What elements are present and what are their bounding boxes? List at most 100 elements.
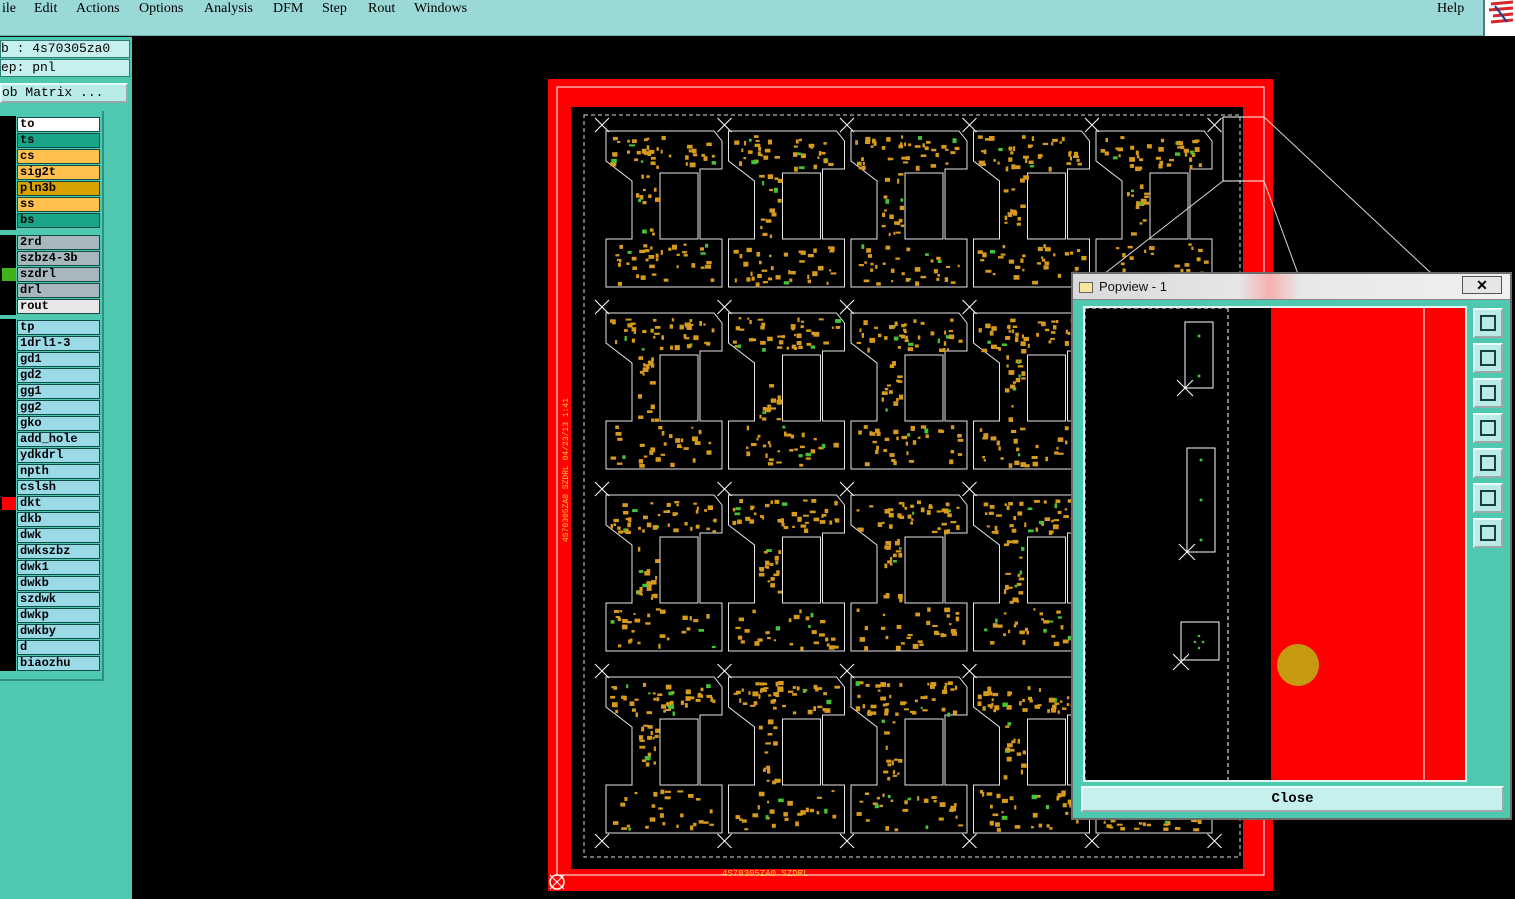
zoom-window-button[interactable]: [1473, 308, 1503, 338]
layer-affected-marker[interactable]: [2, 481, 16, 494]
layer-name[interactable]: npth: [17, 464, 100, 479]
layer-name[interactable]: bs: [17, 213, 100, 228]
layer-affected-marker[interactable]: [2, 118, 16, 131]
layer-row[interactable]: dwk: [0, 528, 104, 543]
layer-affected-marker[interactable]: [2, 593, 16, 606]
menu-rout[interactable]: Rout: [368, 0, 395, 18]
layer-row[interactable]: sig2t: [0, 165, 104, 180]
layer-row[interactable]: dwkby: [0, 624, 104, 639]
menu-dfm[interactable]: DFM: [273, 0, 303, 18]
layer-row[interactable]: dwkp: [0, 608, 104, 623]
layer-row[interactable]: gd1: [0, 352, 104, 367]
layer-row[interactable]: npth: [0, 464, 104, 479]
layer-affected-marker[interactable]: [2, 465, 16, 478]
layer-name[interactable]: cs: [17, 149, 100, 164]
layer-affected-marker[interactable]: [2, 513, 16, 526]
menu-step[interactable]: Step: [322, 0, 347, 18]
layer-name[interactable]: pln3b: [17, 181, 100, 196]
layer-affected-marker[interactable]: [2, 545, 16, 558]
layer-affected-marker[interactable]: [2, 182, 16, 195]
layer-row[interactable]: dwkb: [0, 576, 104, 591]
pan-down-button[interactable]: [1473, 378, 1503, 408]
layer-affected-marker[interactable]: [2, 497, 16, 510]
close-icon[interactable]: ✕: [1462, 276, 1502, 294]
layer-row[interactable]: szbz4-3b: [0, 251, 104, 266]
layer-affected-marker[interactable]: [2, 433, 16, 446]
layer-affected-marker[interactable]: [2, 337, 16, 350]
layer-affected-marker[interactable]: [2, 449, 16, 462]
layer-affected-marker[interactable]: [2, 401, 16, 414]
menu-help[interactable]: Help: [1437, 0, 1464, 18]
layer-row[interactable]: bs: [0, 213, 104, 228]
layer-row[interactable]: d: [0, 640, 104, 655]
layer-name[interactable]: dkb: [17, 512, 100, 527]
zoom-home-button[interactable]: [1473, 518, 1503, 548]
layer-name[interactable]: szbz4-3b: [17, 251, 100, 266]
layer-affected-marker[interactable]: [2, 198, 16, 211]
layer-row[interactable]: dwkszbz: [0, 544, 104, 559]
layer-name[interactable]: tp: [17, 320, 100, 335]
menu-windows[interactable]: Windows: [414, 0, 467, 18]
layer-row[interactable]: szdrl: [0, 267, 104, 282]
layer-row[interactable]: gd2: [0, 368, 104, 383]
layer-name[interactable]: gg2: [17, 400, 100, 415]
menu-edit[interactable]: Edit: [34, 0, 57, 18]
layer-row[interactable]: to: [0, 117, 104, 132]
menu-analysis[interactable]: Analysis: [204, 0, 253, 18]
layer-name[interactable]: dwk1: [17, 560, 100, 575]
layer-affected-marker[interactable]: [2, 561, 16, 574]
layer-name[interactable]: dwk: [17, 528, 100, 543]
layer-name[interactable]: dwkby: [17, 624, 100, 639]
layer-name[interactable]: to: [17, 117, 100, 132]
layer-affected-marker[interactable]: [2, 529, 16, 542]
layer-affected-marker[interactable]: [2, 369, 16, 382]
layer-name[interactable]: 2rd: [17, 235, 100, 250]
layer-name[interactable]: dkt: [17, 496, 100, 511]
layer-affected-marker[interactable]: [2, 641, 16, 654]
layer-name[interactable]: szdrl: [17, 267, 100, 282]
layer-affected-marker[interactable]: [2, 609, 16, 622]
layer-row[interactable]: cs: [0, 149, 104, 164]
layer-row[interactable]: biaozhu: [0, 656, 104, 671]
layer-row[interactable]: pln3b: [0, 181, 104, 196]
layer-affected-marker[interactable]: [2, 134, 16, 147]
layer-affected-marker[interactable]: [2, 300, 16, 313]
layer-row[interactable]: 1drl1-3: [0, 336, 104, 351]
layer-name[interactable]: biaozhu: [17, 656, 100, 671]
layer-name[interactable]: cslsh: [17, 480, 100, 495]
layer-name[interactable]: rout: [17, 299, 100, 314]
layer-name[interactable]: szdwk: [17, 592, 100, 607]
layer-affected-marker[interactable]: [2, 385, 16, 398]
popview-canvas[interactable]: [1083, 306, 1467, 782]
layer-row[interactable]: dkb: [0, 512, 104, 527]
layer-name[interactable]: ydkdrl: [17, 448, 100, 463]
close-button[interactable]: Close: [1081, 786, 1504, 812]
layer-name[interactable]: gko: [17, 416, 100, 431]
layer-row[interactable]: ss: [0, 197, 104, 212]
layer-name[interactable]: gd2: [17, 368, 100, 383]
layer-row[interactable]: drl: [0, 283, 104, 298]
layer-affected-marker[interactable]: [2, 236, 16, 249]
menu-actions[interactable]: Actions: [76, 0, 120, 18]
menu-file[interactable]: ile: [2, 0, 16, 18]
layer-affected-marker[interactable]: [2, 252, 16, 265]
layer-row[interactable]: tp: [0, 320, 104, 335]
layer-name[interactable]: ss: [17, 197, 100, 212]
layer-affected-marker[interactable]: [2, 284, 16, 297]
layer-affected-marker[interactable]: [2, 625, 16, 638]
layer-name[interactable]: dwkb: [17, 576, 100, 591]
layer-name[interactable]: dwkp: [17, 608, 100, 623]
layer-row[interactable]: gg1: [0, 384, 104, 399]
layer-affected-marker[interactable]: [2, 268, 16, 281]
layer-affected-marker[interactable]: [2, 353, 16, 366]
layer-name[interactable]: 1drl1-3: [17, 336, 100, 351]
menu-options[interactable]: Options: [139, 0, 183, 18]
layer-row[interactable]: add_hole: [0, 432, 104, 447]
layer-name[interactable]: gg1: [17, 384, 100, 399]
layer-affected-marker[interactable]: [2, 577, 16, 590]
pan-up-button[interactable]: [1473, 343, 1503, 373]
layer-affected-marker[interactable]: [2, 417, 16, 430]
layer-row[interactable]: dwk1: [0, 560, 104, 575]
layer-affected-marker[interactable]: [2, 321, 16, 334]
layer-name[interactable]: gd1: [17, 352, 100, 367]
